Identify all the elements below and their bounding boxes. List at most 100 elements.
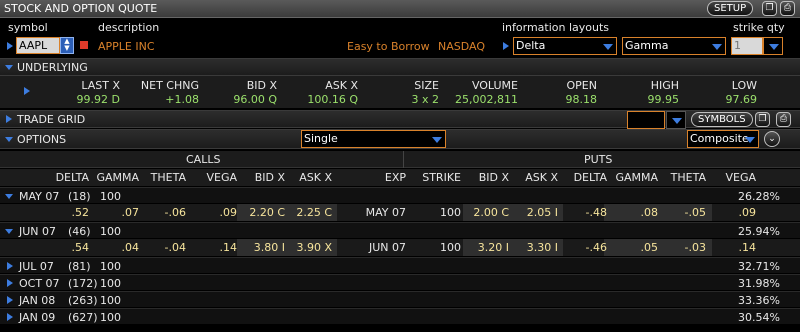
series-days: (18) <box>68 190 91 203</box>
puts-label: PUTS <box>584 153 613 166</box>
spread-select[interactable]: Single <box>301 130 446 148</box>
trade-grid-header[interactable]: TRADE GRID SYMBOLS ❐ ⎙ <box>0 110 800 129</box>
quote-header: symbol description information layouts s… <box>0 19 800 57</box>
description-label: description <box>98 21 160 34</box>
series-month: OCT 07 <box>19 277 60 290</box>
put-cell[interactable]: .09 <box>696 206 757 219</box>
trade-grid-dropdown[interactable] <box>666 111 686 129</box>
trade-grid-title: TRADE GRID <box>17 113 86 126</box>
collapse-icon[interactable] <box>5 229 13 234</box>
series-month: JAN 08 <box>19 294 56 307</box>
exchange-select[interactable]: Composite <box>687 130 759 148</box>
print-icon[interactable]: ⎙ <box>776 112 791 127</box>
collapse-icon[interactable] <box>5 137 13 142</box>
series-impvol: 31.98% <box>738 277 780 290</box>
call-cell[interactable]: 3.90 X <box>272 241 332 254</box>
underlying-value: 100.16 Q <box>307 93 358 106</box>
expand-icon[interactable] <box>6 115 12 123</box>
layout-expand-icon[interactable] <box>503 42 509 50</box>
put-col-header: VEGA <box>725 171 756 184</box>
call-col-header: ASK X <box>299 171 332 184</box>
window-title: STOCK AND OPTION QUOTE <box>4 2 158 15</box>
series-days: (627) <box>68 311 98 324</box>
collapse-icon[interactable] <box>5 65 13 70</box>
calls-puts-header: CALLS PUTS <box>0 151 800 168</box>
underlying-section-header[interactable]: UNDERLYING <box>0 58 800 76</box>
underlying-quote: LAST X NET CHNG BID X ASK X SIZE VOLUME OPEN HI… <box>0 76 800 108</box>
series-days: (263) <box>68 294 98 307</box>
layout-select-2[interactable]: Gamma <box>622 37 726 55</box>
divider <box>403 151 404 168</box>
chevron-down-icon <box>745 137 755 143</box>
put-cell[interactable]: .14 <box>696 241 757 254</box>
layout-select-1[interactable]: Delta <box>513 37 617 55</box>
options-column-headers: DELTA GAMMA THETA VEGA BID X ASK X EXP STRIKE BI… <box>0 169 800 186</box>
description-value: APPLE INC <box>98 40 155 53</box>
expand-icon[interactable] <box>7 313 13 321</box>
chevron-down-icon <box>712 44 722 50</box>
underlying-col-header: BID X <box>246 79 277 92</box>
series-impvol: 33.36% <box>738 294 780 307</box>
detach-icon[interactable]: ❐ <box>755 112 770 127</box>
borrow-status: Easy to Borrow <box>347 40 430 53</box>
collapse-icon[interactable] <box>5 194 13 199</box>
series-multiplier: 100 <box>100 277 121 290</box>
expand-icon[interactable] <box>7 262 13 270</box>
options-title: OPTIONS <box>17 133 67 146</box>
expand-icon[interactable] <box>7 296 13 304</box>
strike-qty-dropdown[interactable] <box>763 37 783 55</box>
calls-label: CALLS <box>186 153 221 166</box>
series-impvol: 25.94% <box>738 225 780 238</box>
strike-exp: MAY 07 <box>365 206 406 219</box>
series-days: (172) <box>68 277 98 290</box>
chevron-down-icon <box>432 137 442 143</box>
exchange-select-value: Composite <box>690 132 749 145</box>
symbols-button[interactable]: SYMBOLS <box>691 112 753 127</box>
information-layouts-label: information layouts <box>502 21 610 34</box>
symbol-spinner[interactable]: ▲ ▼ <box>60 37 74 54</box>
series-month: MAY 07 <box>19 190 60 203</box>
underlying-value: 99.92 D <box>76 93 120 106</box>
symbol-label: symbol <box>8 21 48 34</box>
option-strike-row[interactable]: .54.04 -.04.14 3.80 I 3.90 X JUN 07 100 3.20 I… <box>0 239 800 256</box>
underlying-title: UNDERLYING <box>17 61 88 74</box>
series-days: (46) <box>68 225 91 238</box>
expiration-series-row[interactable]: JUL 07 (81) 100 32.71% <box>0 257 800 273</box>
call-cell[interactable]: 2.25 C <box>272 206 332 219</box>
expiration-series-row[interactable]: JAN 08 (263) 100 33.36% <box>0 291 800 307</box>
option-strike-row[interactable]: .52.07 -.06.09 2.20 C 2.25 C MAY 07 100 2.00 C… <box>0 204 800 221</box>
expiration-series-row[interactable]: MAY 07 (18) 100 26.28% <box>0 187 800 203</box>
setup-button[interactable]: SETUP <box>707 1 754 16</box>
series-impvol: 30.54% <box>738 311 780 324</box>
symbol-expand-icon[interactable] <box>7 42 13 50</box>
series-month: JUL 07 <box>19 260 54 273</box>
title-bar: STOCK AND OPTION QUOTE SETUP ❐ ⎙ <box>0 0 800 18</box>
exchange-label: NASDAQ <box>438 40 486 53</box>
underlying-value: 25,002,811 <box>455 93 518 106</box>
underlying-value: 98.18 <box>565 93 598 106</box>
underlying-col-header: LAST X <box>81 79 120 92</box>
print-icon[interactable]: ⎙ <box>780 1 795 16</box>
detach-icon[interactable]: ❐ <box>762 1 777 16</box>
options-header[interactable]: OPTIONS Single Composite ⌄ <box>0 129 800 149</box>
expiration-series-row[interactable]: JAN 09 (627) 100 30.54% <box>0 308 800 324</box>
chevron-down-icon <box>672 118 682 124</box>
mid-col-header: EXP <box>384 171 406 184</box>
expand-icon[interactable] <box>7 279 13 287</box>
series-impvol: 32.71% <box>738 260 780 273</box>
strike-qty-input[interactable]: 1 <box>731 37 763 55</box>
underlying-value: 97.69 <box>725 93 758 106</box>
underlying-col-header: VOLUME <box>471 79 518 92</box>
expiration-series-row[interactable]: OCT 07 (172) 100 31.98% <box>0 274 800 290</box>
underlying-col-header: HIGH <box>650 79 679 92</box>
expiration-series-row[interactable]: JUN 07 (46) 100 25.94% <box>0 222 800 238</box>
series-month: JUN 07 <box>19 225 57 238</box>
underlying-value: 96.00 Q <box>233 93 277 106</box>
symbol-input[interactable]: AAPL <box>16 37 60 54</box>
trade-grid-field[interactable] <box>627 111 665 129</box>
spread-select-value: Single <box>304 132 338 145</box>
expand-all-icon[interactable]: ⌄ <box>764 131 780 147</box>
underlying-col-header: ASK X <box>325 79 358 92</box>
series-days: (81) <box>68 260 91 273</box>
layout-select-1-value: Delta <box>516 39 546 52</box>
